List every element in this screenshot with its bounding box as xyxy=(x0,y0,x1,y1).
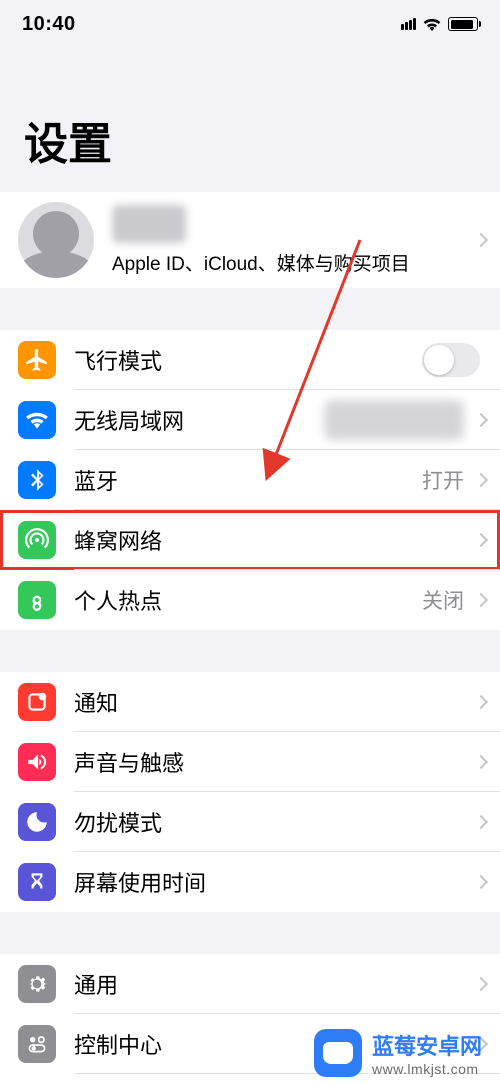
apple-id-row[interactable]: Apple ID、iCloud、媒体与购买项目 xyxy=(0,192,500,288)
notifications-row[interactable]: 通知 xyxy=(0,672,500,732)
airplane-mode-row[interactable]: 飞行模式 xyxy=(0,330,500,390)
control-center-icon xyxy=(18,1025,56,1063)
profile-name-redacted xyxy=(112,205,186,243)
chevron-right-icon xyxy=(474,532,488,546)
bluetooth-value: 打开 xyxy=(422,465,464,495)
screentime-icon xyxy=(18,863,56,901)
network-group: 飞行模式 无线局域网 蓝牙 打开 xyxy=(0,330,500,630)
wifi-icon xyxy=(422,17,442,32)
status-bar: 10:40 xyxy=(0,0,500,48)
watermark-title: 蓝莓安卓网 xyxy=(372,1029,482,1061)
hotspot-row[interactable]: 个人热点 关闭 xyxy=(0,570,500,630)
watermark: 蓝莓安卓网 www.lmkjst.com xyxy=(314,1029,482,1077)
general-icon xyxy=(18,965,56,1003)
chevron-right-icon xyxy=(474,593,488,607)
chevron-right-icon xyxy=(474,875,488,889)
bluetooth-label: 蓝牙 xyxy=(74,464,118,496)
avatar xyxy=(18,202,94,278)
general-row[interactable]: 通用 xyxy=(0,954,500,1014)
hotspot-label: 个人热点 xyxy=(74,584,162,616)
control-center-label: 控制中心 xyxy=(74,1028,162,1060)
airplane-mode-toggle[interactable] xyxy=(422,343,480,377)
bluetooth-icon xyxy=(18,461,56,499)
profile-group: Apple ID、iCloud、媒体与购买项目 xyxy=(0,192,500,288)
chevron-right-icon xyxy=(474,233,488,247)
chevron-right-icon xyxy=(474,412,488,426)
screentime-label: 屏幕使用时间 xyxy=(74,866,206,898)
notifications-label: 通知 xyxy=(74,686,118,718)
watermark-url: www.lmkjst.com xyxy=(372,1061,482,1077)
watermark-icon xyxy=(314,1029,362,1077)
battery-icon xyxy=(448,17,478,31)
chevron-right-icon xyxy=(474,814,488,828)
cellular-row[interactable]: 蜂窝网络 xyxy=(0,510,500,570)
wifi-row[interactable]: 无线局域网 xyxy=(0,390,500,450)
hotspot-value: 关闭 xyxy=(422,585,464,615)
cellular-signal-icon xyxy=(401,18,416,30)
wifi-label: 无线局域网 xyxy=(74,404,184,436)
bluetooth-row[interactable]: 蓝牙 打开 xyxy=(0,450,500,510)
cellular-icon xyxy=(18,521,56,559)
status-indicators xyxy=(401,17,478,32)
profile-subtitle: Apple ID、iCloud、媒体与购买项目 xyxy=(112,249,468,276)
notifications-icon xyxy=(18,683,56,721)
status-time: 10:40 xyxy=(22,13,76,36)
sound-icon xyxy=(18,743,56,781)
airplane-mode-label: 飞行模式 xyxy=(74,344,162,376)
hotspot-icon xyxy=(18,581,56,619)
dnd-icon xyxy=(18,803,56,841)
wifi-value-redacted xyxy=(324,400,464,440)
airplane-icon xyxy=(18,341,56,379)
screentime-row[interactable]: 屏幕使用时间 xyxy=(0,852,500,912)
cellular-label: 蜂窝网络 xyxy=(74,524,162,556)
chevron-right-icon xyxy=(474,754,488,768)
wifi-row-icon xyxy=(18,401,56,439)
general-label: 通用 xyxy=(74,968,118,1000)
chevron-right-icon xyxy=(474,472,488,486)
dnd-label: 勿扰模式 xyxy=(74,806,162,838)
chevron-right-icon xyxy=(474,694,488,708)
sound-row[interactable]: 声音与触感 xyxy=(0,732,500,792)
sound-label: 声音与触感 xyxy=(74,746,184,778)
page-title: 设置 xyxy=(0,48,500,192)
notifications-group: 通知 声音与触感 勿扰模式 屏幕使用时间 xyxy=(0,672,500,912)
dnd-row[interactable]: 勿扰模式 xyxy=(0,792,500,852)
chevron-right-icon xyxy=(474,976,488,990)
